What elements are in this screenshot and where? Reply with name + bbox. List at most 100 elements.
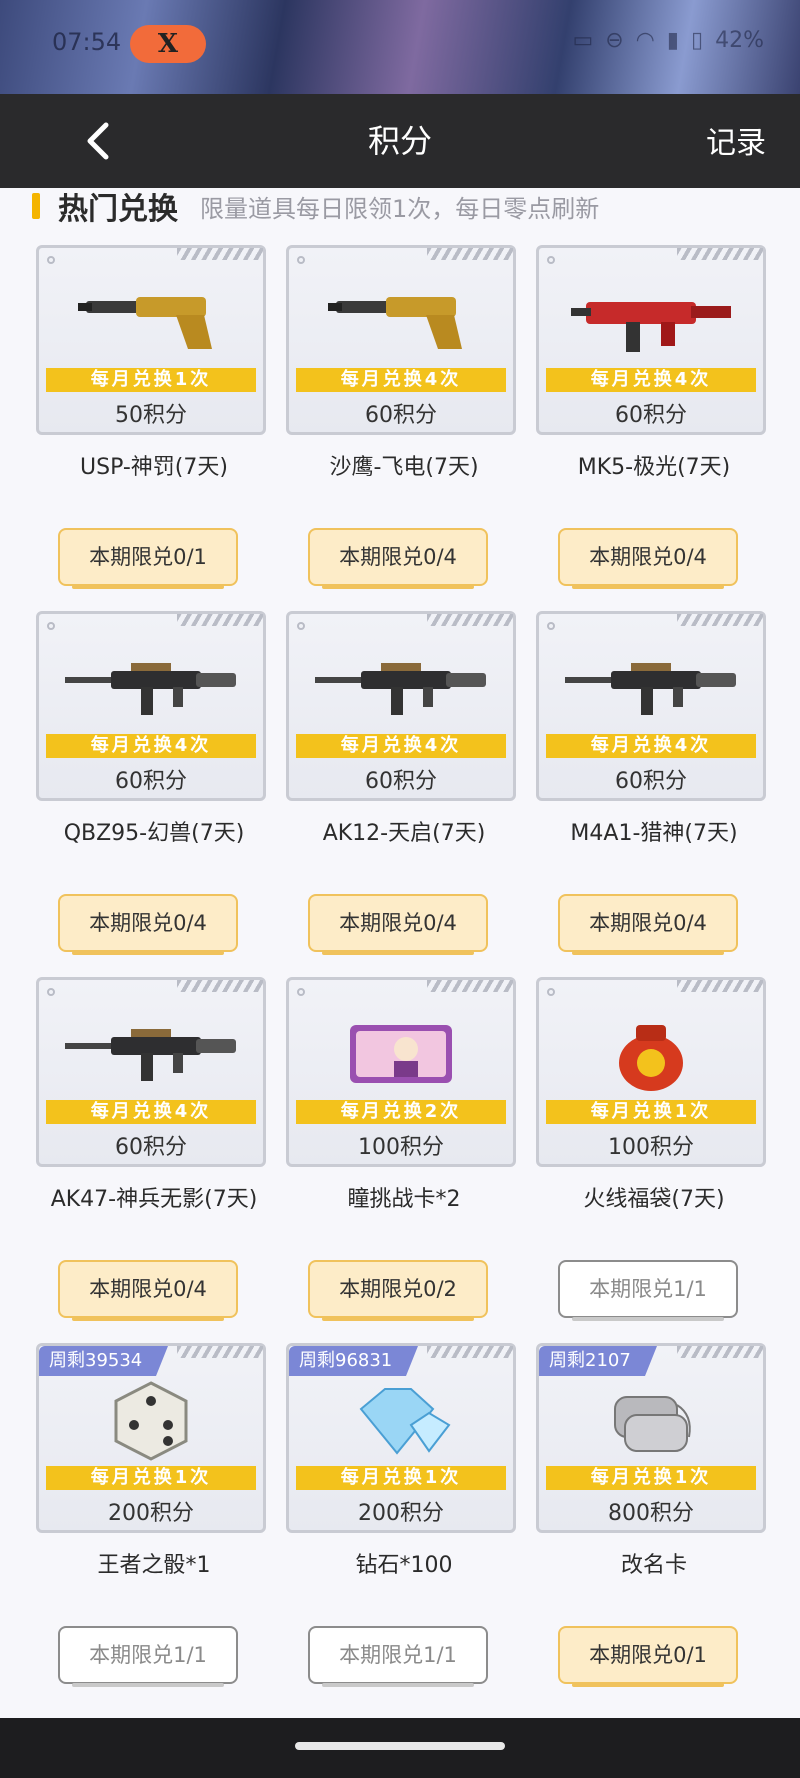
- item-card[interactable]: 每月兑换4次 60积分: [286, 611, 516, 801]
- points-cost: 60积分: [115, 769, 187, 794]
- item-name: QBZ95-幻兽(7天): [63, 821, 245, 846]
- home-indicator[interactable]: [295, 1742, 505, 1750]
- battery-icon: ▯: [690, 28, 704, 53]
- weekly-stock-tag: 周剩39534: [39, 1346, 169, 1376]
- card-dot-decoration: [547, 622, 555, 630]
- item-card[interactable]: 周剩96831 每月兑换1次 200积分: [286, 1343, 516, 1533]
- pistol-icon: [303, 276, 499, 368]
- section-header: 热门兑换 限量道具每日限领1次，每日零点刷新: [32, 188, 600, 227]
- card-corner-decoration: [677, 614, 763, 626]
- item-card[interactable]: 每月兑换1次 50积分: [36, 245, 266, 435]
- card-dot-decoration: [47, 622, 55, 630]
- exchange-limit-button[interactable]: 本期限兑0/1: [558, 1626, 738, 1687]
- item-card[interactable]: 每月兑换4次 60积分: [286, 245, 516, 435]
- exchange-limit-button[interactable]: 本期限兑0/4: [558, 528, 738, 589]
- item-name: M4A1-猎神(7天): [570, 821, 738, 846]
- points-cost: 60积分: [365, 769, 437, 794]
- item-card[interactable]: 周剩39534 每月兑换1次 200积分: [36, 1343, 266, 1533]
- diamond-icon: [303, 1374, 499, 1466]
- exchange-frequency: 每月兑换1次: [546, 1466, 756, 1490]
- status-bar: 07:54 X ▭ ⊖ ◠ ▮ ▯ 42%: [0, 0, 800, 94]
- exchange-item: 每月兑换4次 60积分 QBZ95-幻兽(7天) 本期限兑0/4: [36, 611, 272, 977]
- nfc-icon: ▭: [572, 28, 594, 53]
- exchange-limit-button[interactable]: 本期限兑1/1: [558, 1260, 738, 1321]
- pistol-icon: [53, 276, 249, 368]
- exchange-section: 热门兑换 限量道具每日限领1次，每日零点刷新 每月兑换1次 50积分 USP-神罚(…: [0, 188, 800, 1718]
- item-card[interactable]: 每月兑换4次 60积分: [36, 611, 266, 801]
- item-card[interactable]: 每月兑换4次 60积分: [536, 611, 766, 801]
- exchange-item: 每月兑换4次 60积分 AK12-天启(7天) 本期限兑0/4: [286, 611, 522, 977]
- card-corner-decoration: [177, 614, 263, 626]
- dice-icon: [53, 1374, 249, 1466]
- signal-icon: ▮: [666, 28, 679, 53]
- card-dot-decoration: [297, 622, 305, 630]
- exchange-frequency: 每月兑换4次: [546, 734, 756, 758]
- exchange-frequency: 每月兑换4次: [46, 1100, 256, 1124]
- system-nav-bar: [0, 1718, 800, 1778]
- points-cost: 60积分: [615, 403, 687, 428]
- item-name: AK47-神兵无影(7天): [50, 1187, 258, 1212]
- points-cost: 200积分: [358, 1501, 444, 1526]
- card-corner-decoration: [177, 1346, 263, 1358]
- battery-level: 42%: [715, 28, 764, 53]
- smg-icon: [553, 276, 749, 368]
- exchange-item: 每月兑换2次 100积分瞳挑战卡*2 本期限兑0/2: [286, 977, 522, 1343]
- points-cost: 60积分: [365, 403, 437, 428]
- card-corner-decoration: [177, 980, 263, 992]
- section-title: 热门兑换: [58, 192, 178, 227]
- wifi-icon: ◠: [635, 28, 655, 53]
- dnd-icon: ⊖: [605, 28, 624, 53]
- exchange-frequency: 每月兑换1次: [46, 368, 256, 392]
- exchange-frequency: 每月兑换4次: [296, 734, 506, 758]
- exchange-item: 每月兑换1次 100积分火线福袋(7天) 本期限兑1/1: [536, 977, 772, 1343]
- rifle-icon: [303, 642, 499, 734]
- exchange-limit-button[interactable]: 本期限兑0/4: [58, 1260, 238, 1321]
- item-name: 瞳挑战卡*2: [347, 1187, 461, 1212]
- item-card[interactable]: 每月兑换4次 60积分: [36, 977, 266, 1167]
- card-corner-decoration: [427, 248, 513, 260]
- exchange-limit-button[interactable]: 本期限兑0/2: [308, 1260, 488, 1321]
- exchange-limit-button[interactable]: 本期限兑0/4: [58, 894, 238, 955]
- item-card[interactable]: 每月兑换4次 60积分: [536, 245, 766, 435]
- record-link[interactable]: 记录: [706, 118, 766, 162]
- exchange-frequency: 每月兑换4次: [46, 734, 256, 758]
- page-title: 积分: [367, 122, 432, 160]
- exchange-frequency: 每月兑换1次: [296, 1466, 506, 1490]
- card-corner-decoration: [427, 1346, 513, 1358]
- points-cost: 60积分: [115, 1135, 187, 1160]
- dog-tag-icon: [553, 1374, 749, 1466]
- item-name: MK5-极光(7天): [577, 455, 731, 480]
- item-card[interactable]: 每月兑换2次 100积分: [286, 977, 516, 1167]
- card-dot-decoration: [297, 988, 305, 996]
- points-cost: 100积分: [608, 1135, 694, 1160]
- card-dot-decoration: [547, 988, 555, 996]
- exchange-frequency: 每月兑换4次: [296, 368, 506, 392]
- item-name: 火线福袋(7天): [583, 1187, 725, 1212]
- section-subtitle: 限量道具每日限领1次，每日零点刷新: [200, 194, 600, 223]
- top-header: 积分 记录: [0, 94, 800, 188]
- card-dot-decoration: [47, 988, 55, 996]
- card-corner-decoration: [677, 980, 763, 992]
- exchange-limit-button[interactable]: 本期限兑1/1: [58, 1626, 238, 1687]
- points-cost: 100积分: [358, 1135, 444, 1160]
- exchange-limit-button[interactable]: 本期限兑1/1: [308, 1626, 488, 1687]
- exchange-limit-button[interactable]: 本期限兑0/4: [308, 528, 488, 589]
- weekly-stock-tag: 周剩96831: [289, 1346, 419, 1376]
- card-corner-decoration: [427, 980, 513, 992]
- item-card[interactable]: 每月兑换1次 100积分: [536, 977, 766, 1167]
- points-cost: 800积分: [608, 1501, 694, 1526]
- item-card[interactable]: 周剩2107 每月兑换1次 800积分: [536, 1343, 766, 1533]
- exchange-limit-button[interactable]: 本期限兑0/1: [58, 528, 238, 589]
- status-icons: ▭ ⊖ ◠ ▮ ▯ 42%: [572, 28, 764, 53]
- exchange-limit-button[interactable]: 本期限兑0/4: [558, 894, 738, 955]
- card-dot-decoration: [297, 256, 305, 264]
- exchange-limit-button[interactable]: 本期限兑0/4: [308, 894, 488, 955]
- exchange-frequency: 每月兑换4次: [546, 368, 756, 392]
- exchange-item: 每月兑换4次 60积分 AK47-神兵无影(7天) 本期限兑0/4: [36, 977, 272, 1343]
- exchange-item: 每月兑换4次 60积分 M4A1-猎神(7天) 本期限兑0/4: [536, 611, 772, 977]
- card-corner-decoration: [677, 248, 763, 260]
- item-name: 钻石*100: [355, 1553, 453, 1578]
- exchange-frequency: 每月兑换2次: [296, 1100, 506, 1124]
- challenge-card-icon: [303, 1008, 499, 1100]
- weekly-stock-tag: 周剩2107: [539, 1346, 657, 1376]
